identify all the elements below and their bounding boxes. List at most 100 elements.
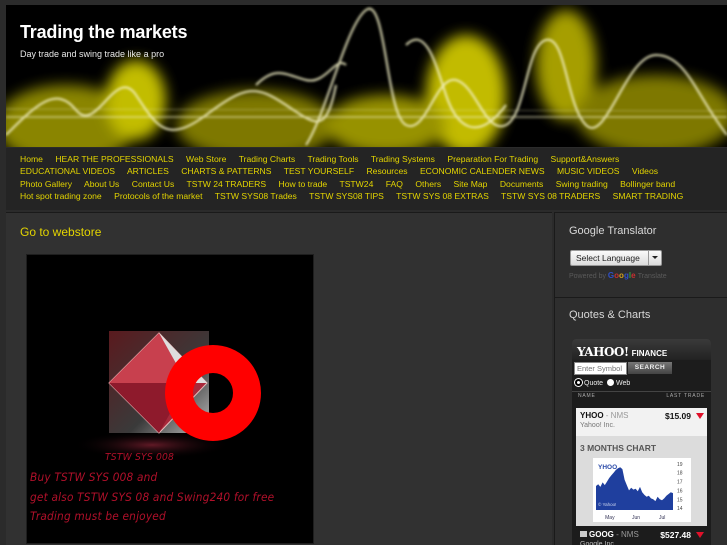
- nav-item-photo-gallery[interactable]: Photo Gallery: [20, 179, 72, 189]
- nav-item-bollinger-band[interactable]: Bollinger band: [620, 179, 675, 189]
- web-radio-label: Web: [615, 380, 631, 387]
- nav-item-music-videos[interactable]: MUSIC VIDEOS: [557, 166, 620, 176]
- chevron-down-icon[interactable]: [648, 251, 661, 265]
- quote-price: $527.48: [660, 530, 691, 540]
- price-down-arrow-icon: [696, 413, 704, 419]
- nav-item-trading-tools[interactable]: Trading Tools: [307, 154, 358, 164]
- quote-price: $15.09: [665, 411, 691, 421]
- yahoo-logo: YAHOO!: [577, 345, 629, 359]
- column-last-trade: LAST TRADE: [666, 393, 705, 399]
- nav-item-articles[interactable]: ARTICLES: [127, 166, 169, 176]
- nav-item-how-to-trade[interactable]: How to trade: [278, 179, 327, 189]
- sidebar: Google Translator Select Language Powere…: [554, 212, 727, 545]
- banner-line-1: Buy TSTW SYS 008 and: [30, 470, 158, 484]
- y-tick-label: 16: [677, 488, 683, 494]
- nav-item-tstw-24-traders[interactable]: TSTW 24 TRADERS: [187, 179, 267, 189]
- quote-company-name: Yahoo! Inc.: [580, 422, 615, 429]
- nav-item-others[interactable]: Others: [415, 179, 441, 189]
- site-title[interactable]: Trading the markets: [20, 22, 187, 43]
- x-tick-label: Jul: [659, 515, 665, 521]
- nav-item-tstw-sys08-tips[interactable]: TSTW SYS08 TIPS: [309, 191, 384, 201]
- chart-toggle-icon[interactable]: [580, 531, 587, 537]
- yahoo-finance-header[interactable]: YAHOO! FINANCE: [572, 339, 711, 360]
- y-tick-label: 14: [677, 506, 683, 512]
- page: Trading the markets Day trade and swing …: [0, 0, 727, 545]
- nav-item-tstw-sys-08-traders[interactable]: TSTW SYS 08 TRADERS: [501, 191, 600, 201]
- price-chart-svg: 19 18 17 16 15 14 May Jun Jul YHOO © Yahoo!: [596, 462, 683, 521]
- column-name: NAME: [578, 393, 596, 399]
- nav-item-test-yourself[interactable]: TEST YOURSELF: [284, 166, 354, 176]
- banner-caption: TSTW SYS 008: [105, 452, 175, 463]
- nav-item-smart-trading[interactable]: SMART TRADING: [613, 191, 684, 201]
- google-logo[interactable]: Google: [608, 271, 638, 280]
- nav-item-trading-charts[interactable]: Trading Charts: [239, 154, 296, 164]
- nav-item-swing-trading[interactable]: Swing trading: [556, 179, 608, 189]
- price-chart[interactable]: 19 18 17 16 15 14 May Jun Jul YHOO © Yahoo!: [593, 458, 691, 522]
- search-button[interactable]: SEARCH: [628, 362, 672, 374]
- chart-watermark: © Yahoo!: [598, 501, 616, 507]
- x-tick-label: May: [605, 515, 615, 521]
- quotes-widget-title: Quotes & Charts: [569, 309, 651, 321]
- nav-item-preparation-for-trading[interactable]: Preparation For Trading: [447, 154, 538, 164]
- search-type-radios: Quote Web: [572, 379, 711, 391]
- quote-exchange: - NMS: [613, 530, 639, 539]
- quote-exchange: - NMS: [603, 411, 629, 420]
- powered-by-label: Powered by: [569, 273, 606, 280]
- banner-line-3: Trading must be enjoyed: [30, 509, 166, 523]
- nav-item-resources[interactable]: Resources: [366, 166, 407, 176]
- powered-by-google: Powered by Google Translate: [569, 271, 667, 280]
- nav-item-web-store[interactable]: Web Store: [186, 154, 226, 164]
- page-title-link[interactable]: Go to webstore: [20, 225, 101, 239]
- nav-item-tstw-sys-08-extras[interactable]: TSTW SYS 08 EXTRAS: [396, 191, 489, 201]
- nav-item-documents[interactable]: Documents: [500, 179, 543, 189]
- quote-symbol[interactable]: GOOG: [589, 530, 614, 539]
- nav-item-educational-videos[interactable]: EDUCATIONAL VIDEOS: [20, 166, 115, 176]
- banner-line-2: get also TSTW SYS 08 and Swing240 for fr…: [30, 490, 275, 504]
- nav-item-about-us[interactable]: About Us: [84, 179, 119, 189]
- nav-item-protocols-of-the-market[interactable]: Protocols of the market: [114, 191, 202, 201]
- quote-symbol[interactable]: YHOO: [580, 411, 604, 420]
- nav-item-tstw24[interactable]: TSTW24: [339, 179, 373, 189]
- quotes-column-headers: NAME LAST TRADE: [572, 391, 711, 400]
- symbol-search: SEARCH: [572, 362, 711, 378]
- webstore-banner[interactable]: TSTW SYS 008 Buy TSTW SYS 008 and get al…: [26, 254, 314, 544]
- nav-item-charts-patterns[interactable]: CHARTS & PATTERNS: [181, 166, 271, 176]
- quote-row[interactable]: YHOO - NMS Yahoo! Inc. $15.09: [576, 408, 707, 436]
- finance-label: FINANCE: [631, 349, 668, 358]
- language-select-value: Select Language: [576, 253, 640, 263]
- nav-item-hot-spot-trading-zone[interactable]: Hot spot trading zone: [20, 191, 102, 201]
- chart-symbol-label: YHOO: [598, 464, 617, 471]
- quote-radio[interactable]: [575, 379, 582, 386]
- main-content: Go to webstore TSTW SYS 008 Buy TSTW SYS…: [6, 212, 552, 545]
- yahoo-finance-widget: YAHOO!FINANCE SEARCH Quote Web NAME LAST…: [572, 339, 711, 545]
- y-tick-label: 15: [677, 497, 683, 503]
- translate-label: Translate: [637, 273, 667, 280]
- site-header: Trading the markets Day trade and swing …: [6, 5, 727, 147]
- nav-item-economic-calender-news[interactable]: ECONOMIC CALENDER NEWS: [420, 166, 545, 176]
- quote-radio-label: Quote: [584, 380, 604, 387]
- main-navigation: Home HEAR THE PROFESSIONALS Web Store Tr…: [6, 148, 727, 210]
- web-radio[interactable]: [606, 379, 614, 386]
- three-month-chart-panel: 3 MONTHS CHART 19 18 17 16 15 14 May Jun Jul YHOO…: [576, 436, 707, 526]
- nav-item-tstw-sys08-trades[interactable]: TSTW SYS08 Trades: [215, 191, 297, 201]
- nav-item-videos[interactable]: Videos: [632, 166, 658, 176]
- y-tick-label: 19: [677, 462, 683, 468]
- nav-item-support-answers[interactable]: Support&Answers: [551, 154, 620, 164]
- nav-item-home[interactable]: Home: [20, 154, 43, 164]
- language-select[interactable]: Select Language: [570, 250, 662, 266]
- widget-divider: [555, 297, 727, 298]
- nav-item-trading-systems[interactable]: Trading Systems: [371, 154, 435, 164]
- nav-item-hear-the-professionals[interactable]: HEAR THE PROFESSIONALS: [55, 154, 173, 164]
- site-tagline: Day trade and swing trade like a pro: [20, 49, 165, 59]
- nav-item-faq[interactable]: FAQ: [386, 179, 403, 189]
- translator-widget-title: Google Translator: [569, 225, 657, 237]
- nav-item-site-map[interactable]: Site Map: [454, 179, 488, 189]
- quote-row[interactable]: GOOG - NMS Google Inc. $527.48: [576, 527, 707, 545]
- symbol-input[interactable]: [574, 362, 627, 375]
- quote-company-name: Google Inc.: [580, 541, 616, 545]
- price-down-arrow-icon: [696, 532, 704, 538]
- nav-item-contact-us[interactable]: Contact Us: [132, 179, 175, 189]
- x-tick-label: Jun: [632, 515, 640, 521]
- y-tick-label: 17: [677, 480, 683, 486]
- chart-title: 3 MONTHS CHART: [580, 443, 657, 453]
